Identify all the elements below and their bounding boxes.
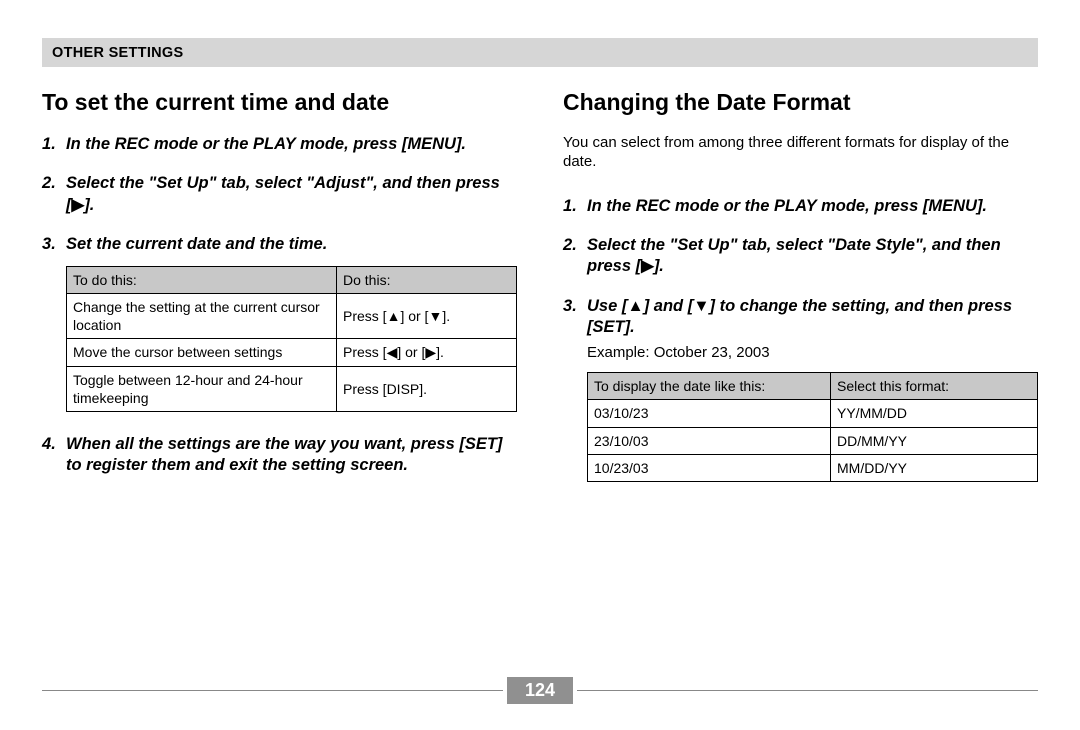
right-arrow-icon: ▶ — [72, 196, 85, 214]
manual-page: OTHER SETTINGS To set the current time a… — [0, 0, 1080, 730]
footer-line: 124 — [42, 677, 1038, 704]
cell: Change the setting at the current cursor… — [67, 293, 337, 338]
right-step-2: Select the "Set Up" tab, select "Date St… — [563, 235, 1038, 278]
table-header: Select this format: — [831, 373, 1038, 400]
section-title: OTHER SETTINGS — [52, 45, 184, 61]
cell: DD/MM/YY — [831, 427, 1038, 454]
text: ]. — [654, 257, 664, 275]
right-steps: In the REC mode or the PLAY mode, press … — [563, 196, 1038, 482]
table-header: Do this: — [337, 266, 517, 293]
left-arrow-icon: ◀ — [387, 344, 398, 360]
cell: 23/10/03 — [588, 427, 831, 454]
left-step-4: When all the settings are the way you wa… — [42, 434, 517, 477]
cell: Toggle between 12-hour and 24-hour timek… — [67, 366, 337, 411]
text: ]. — [84, 196, 94, 214]
text: ] or [ — [397, 344, 425, 360]
text: Use [ — [587, 297, 627, 315]
down-arrow-icon: ▼ — [428, 308, 442, 324]
table-row: Change the setting at the current cursor… — [67, 293, 517, 338]
right-step-3: Use [▲] and [▼] to change the setting, a… — [563, 296, 1038, 482]
table-row: 23/10/03 DD/MM/YY — [588, 427, 1038, 454]
example-text: Example: October 23, 2003 — [587, 343, 1038, 363]
date-format-table: To display the date like this: Select th… — [587, 372, 1038, 482]
table-row: Move the cursor between settings Press [… — [67, 339, 517, 366]
cell: YY/MM/DD — [831, 400, 1038, 427]
text: ] and [ — [644, 297, 694, 315]
table-row: 03/10/23 YY/MM/DD — [588, 400, 1038, 427]
page-number: 124 — [507, 677, 573, 704]
left-steps: In the REC mode or the PLAY mode, press … — [42, 134, 517, 477]
section-header-bar: OTHER SETTINGS — [42, 38, 1038, 67]
right-arrow-icon: ▶ — [425, 344, 436, 360]
left-step-3: Set the current date and the time. To do… — [42, 234, 517, 412]
cell: MM/DD/YY — [831, 454, 1038, 481]
page-footer: 124 — [42, 677, 1038, 704]
footer-rule-right — [577, 690, 1038, 691]
right-intro: You can select from among three differen… — [563, 134, 1038, 172]
text: ]. — [442, 308, 450, 324]
left-heading: To set the current time and date — [42, 89, 517, 116]
text: ]. — [436, 344, 444, 360]
table-row: Toggle between 12-hour and 24-hour timek… — [67, 366, 517, 411]
cell: Press [▲] or [▼]. — [337, 293, 517, 338]
left-step-2: Select the "Set Up" tab, select "Adjust"… — [42, 173, 517, 216]
left-column: To set the current time and date In the … — [42, 89, 517, 504]
time-actions-table: To do this: Do this: Change the setting … — [66, 266, 517, 412]
cell: Move the cursor between settings — [67, 339, 337, 366]
cell: Press [◀] or [▶]. — [337, 339, 517, 366]
text: ] or [ — [400, 308, 428, 324]
up-arrow-icon: ▲ — [387, 308, 401, 324]
table-header: To do this: — [67, 266, 337, 293]
text: Select the "Set Up" tab, select "Adjust"… — [66, 174, 500, 213]
right-column: Changing the Date Format You can select … — [563, 89, 1038, 504]
cell: Press [DISP]. — [337, 366, 517, 411]
two-column-layout: To set the current time and date In the … — [42, 89, 1038, 504]
table-row: 10/23/03 MM/DD/YY — [588, 454, 1038, 481]
right-heading: Changing the Date Format — [563, 89, 1038, 116]
footer-rule-left — [42, 690, 503, 691]
right-step-1: In the REC mode or the PLAY mode, press … — [563, 196, 1038, 217]
text: Set the current date and the time. — [66, 235, 327, 253]
up-arrow-icon: ▲ — [627, 297, 643, 315]
table-header: To display the date like this: — [588, 373, 831, 400]
cell: 10/23/03 — [588, 454, 831, 481]
text: Press [ — [343, 308, 387, 324]
text: Press [ — [343, 344, 387, 360]
down-arrow-icon: ▼ — [693, 297, 709, 315]
left-step-1: In the REC mode or the PLAY mode, press … — [42, 134, 517, 155]
cell: 03/10/23 — [588, 400, 831, 427]
right-arrow-icon: ▶ — [641, 257, 654, 275]
